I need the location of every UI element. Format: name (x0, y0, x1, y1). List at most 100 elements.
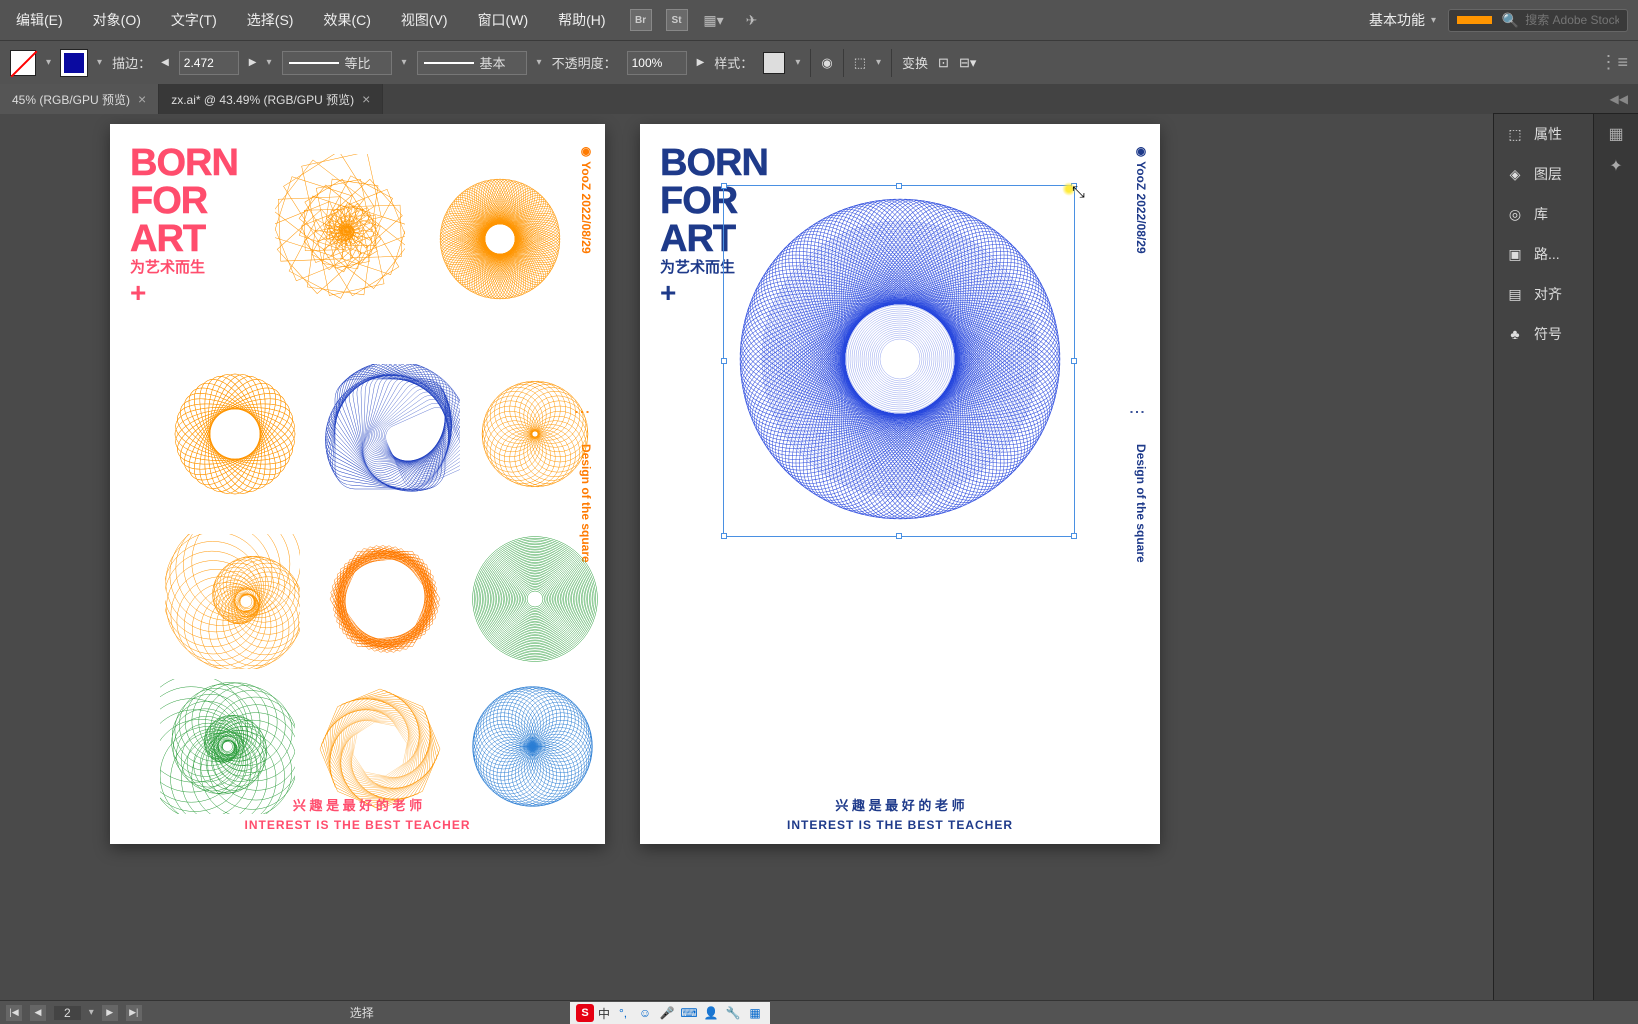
search-input[interactable] (1525, 13, 1619, 27)
stroke-label: 描边： (112, 53, 151, 72)
fill-swatch[interactable] (10, 50, 36, 76)
workspace-switcher[interactable]: 基本功能 ▾ (1369, 10, 1436, 30)
prev-artboard-btn[interactable]: ◀ (30, 1005, 46, 1021)
fill-dd[interactable]: ▾ (46, 57, 51, 68)
side-desc: Design of the square (1134, 444, 1148, 563)
panel-layers[interactable]: ◈图层 (1494, 154, 1593, 194)
spiro-green-rings (470, 534, 600, 664)
control-bar: ▾ ▾ 描边： ◀ ▶ ▾ 等比 ▾ 基本 ▾ 不透明度： ▶ 样式： ▾ ◉ … (0, 40, 1638, 84)
artboard-1: BORN FOR ART 为艺术而生 + ◉ YooZ 2022/08/29 ⋮… (110, 124, 605, 844)
dock-icon-2[interactable]: ✦ (1609, 156, 1622, 176)
side-meta: ◉ YooZ 2022/08/29 (579, 144, 593, 254)
recolor-icon[interactable]: ◉ (821, 55, 832, 71)
spiro-orange-flower (475, 374, 595, 494)
poster-title: BORN FOR ART 为艺术而生 + (130, 144, 238, 307)
canvas[interactable]: BORN FOR ART 为艺术而生 + ◉ YooZ 2022/08/29 ⋮… (0, 114, 1622, 1000)
chevron-down-icon: ▾ (1431, 15, 1436, 26)
panel-align[interactable]: ▤对齐 (1494, 274, 1593, 314)
spiro-blue-donut (465, 679, 600, 814)
dock-icon-1[interactable]: ▦ (1608, 124, 1623, 144)
stroke-swatch[interactable] (61, 50, 87, 76)
spiro-blue-large[interactable] (725, 184, 1075, 534)
stroke-profile[interactable]: 等比 (282, 51, 392, 75)
menu-text[interactable]: 文字(T) (165, 6, 223, 34)
opacity-inc[interactable]: ▶ (697, 57, 705, 68)
gpu-icon[interactable]: ✈ (740, 8, 764, 32)
document-tabs: 45% (RGB/GPU 预览) × zx.ai* @ 43.49% (RGB/… (0, 84, 1638, 114)
menu-select[interactable]: 选择(S) (241, 6, 300, 34)
workspace-label: 基本功能 (1369, 10, 1425, 30)
sogou-icon[interactable]: S (576, 1004, 594, 1022)
side-dots: ⋮ (1127, 404, 1146, 428)
ime-user-icon[interactable]: 👤 (702, 1004, 720, 1022)
spiro-orange-hex (310, 524, 460, 674)
ime-emoji-icon[interactable]: ☺ (636, 1004, 654, 1022)
panel-pathfinder[interactable]: ▣路... (1494, 234, 1593, 274)
statusbar: |◀ ◀ 2 ▾ ▶ ▶| 选择 (0, 1000, 1638, 1024)
opacity-input[interactable] (627, 51, 687, 75)
brush-def[interactable]: 基本 (417, 51, 527, 75)
arrange-docs-icon[interactable]: ▦▾ (702, 8, 726, 32)
menu-view[interactable]: 视图(V) (395, 6, 454, 34)
bridge-icon[interactable]: Br (630, 9, 652, 31)
search-box[interactable]: 🔍 (1448, 9, 1628, 32)
panel-strip: ⬚属性 ◈图层 ◎库 ▣路... ▤对齐 ♣符号 (1493, 114, 1593, 1000)
tab-doc-2[interactable]: zx.ai* @ 43.49% (RGB/GPU 预览) × (159, 84, 383, 114)
cc-icon: ◎ (1506, 206, 1524, 223)
panel-collapse-btn[interactable]: ◀◀ (1493, 86, 1638, 114)
side-meta: ◉ YooZ 2022/08/29 (1134, 144, 1148, 254)
stock-icon[interactable]: St (666, 9, 688, 31)
spiro-orange-shell (165, 534, 300, 669)
symbol-icon: ♣ (1506, 326, 1524, 342)
pathfinder-icon: ▣ (1506, 246, 1524, 263)
next-artboard-btn[interactable]: ▶ (102, 1005, 118, 1021)
stroke-weight-input[interactable] (179, 51, 239, 75)
first-artboard-btn[interactable]: |◀ (6, 1005, 22, 1021)
more-options-icon[interactable]: ⋮≡ (1599, 52, 1628, 73)
constrain-icon[interactable]: ⊟▾ (959, 55, 976, 71)
align-icon: ▤ (1506, 286, 1524, 303)
stroke-weight-dd[interactable]: ▾ (266, 57, 271, 68)
footer-english: INTEREST IS THE BEST TEACHER (640, 818, 1160, 832)
isolate-icon[interactable]: ⬚ (854, 55, 866, 71)
stroke-dd[interactable]: ▾ (97, 57, 102, 68)
menu-help[interactable]: 帮助(H) (552, 6, 611, 34)
close-icon[interactable]: × (362, 91, 370, 107)
panel-properties[interactable]: ⬚属性 (1494, 114, 1593, 154)
style-label: 样式： (714, 53, 753, 72)
cube-icon: ⬚ (1506, 126, 1524, 143)
opacity-label: 不透明度： (552, 53, 617, 72)
panel-symbols[interactable]: ♣符号 (1494, 314, 1593, 354)
close-icon[interactable]: × (138, 91, 146, 107)
style-swatch[interactable] (763, 52, 785, 74)
ime-keyboard-icon[interactable]: ⌨ (680, 1004, 698, 1022)
panel-libraries[interactable]: ◎库 (1494, 194, 1593, 234)
footer-chinese: 兴 趣 是 最 好 的 老 师 (110, 795, 605, 814)
workspace: BORN FOR ART 为艺术而生 + ◉ YooZ 2022/08/29 ⋮… (0, 114, 1638, 1000)
spiro-orange-disc (425, 164, 575, 314)
ime-tool-icon[interactable]: 🔧 (724, 1004, 742, 1022)
tool-name: 选择 (350, 1004, 374, 1021)
align-to-icon[interactable]: ⊡ (938, 55, 949, 71)
panel-dock: ▦ ✦ (1593, 114, 1638, 1000)
stroke-dec[interactable]: ◀ (161, 57, 169, 68)
highlight-marker (1062, 182, 1076, 196)
last-artboard-btn[interactable]: ▶| (126, 1005, 142, 1021)
ime-grid-icon[interactable]: ▦ (746, 1004, 764, 1022)
footer-chinese: 兴 趣 是 最 好 的 老 师 (640, 795, 1160, 814)
spiro-orange-sun (165, 364, 305, 504)
menu-window[interactable]: 窗口(W) (472, 6, 535, 34)
menu-object[interactable]: 对象(O) (87, 6, 147, 34)
ime-mic-icon[interactable]: 🎤 (658, 1004, 676, 1022)
menu-effect[interactable]: 效果(C) (317, 6, 376, 34)
layers-icon: ◈ (1506, 166, 1524, 183)
ime-lang[interactable]: 中 (598, 1005, 610, 1022)
artboard-number[interactable]: 2 (54, 1006, 81, 1020)
tab-doc-1[interactable]: 45% (RGB/GPU 预览) × (0, 84, 159, 114)
stroke-inc[interactable]: ▶ (249, 57, 257, 68)
ime-punct-icon[interactable]: °, (614, 1004, 632, 1022)
menu-edit[interactable]: 编辑(E) (10, 6, 69, 34)
ime-bar[interactable]: S 中 °, ☺ 🎤 ⌨ 👤 🔧 ▦ (570, 1002, 770, 1024)
transform-label[interactable]: 变换 (902, 53, 928, 72)
search-highlight (1457, 16, 1492, 24)
